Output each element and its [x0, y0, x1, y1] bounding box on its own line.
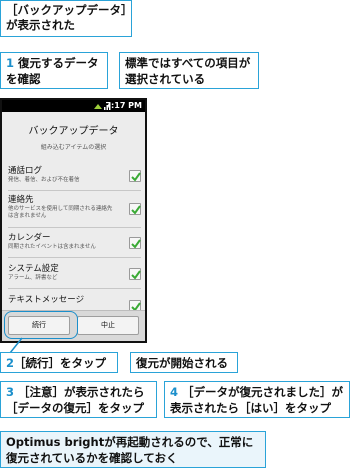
- restore-started-text: 復元が開始される: [136, 356, 228, 370]
- step4-line1: ［データが復元されました］が: [182, 385, 344, 399]
- all-selected-line2: 選択されている: [125, 72, 206, 86]
- callout-backup-data-line1: ［バックアップデータ］: [6, 3, 133, 17]
- callout-backup-data-line2: が表示された: [6, 18, 75, 32]
- item-title: システム設定: [8, 264, 59, 274]
- footer-line1: Optimus brightが再起動されるので、正常に: [6, 435, 254, 449]
- backup-item-contacts[interactable]: 連絡先 他のサービスを使用して同期される連絡先は含まれません: [8, 193, 141, 228]
- callout-restart-check: Optimus brightが再起動されるので、正常に 復元されているかを確認し…: [0, 431, 266, 468]
- footer-line2: 復元されているかを確認しておく: [6, 451, 178, 465]
- step1-text: 復元するデータ: [14, 56, 99, 70]
- item-desc: 同期されたイベントは含まれません: [8, 244, 96, 250]
- item-desc: 他のサービスを使用して同期される連絡先は含まれません: [8, 206, 113, 219]
- callout-backup-data-displayed: ［バックアップデータ］ が表示された: [0, 0, 133, 37]
- step3-line1: ［注意］が表示されたら: [18, 385, 145, 399]
- item-desc: アラーム、辞書など: [8, 275, 58, 281]
- step1-text-line2: を確認: [6, 72, 41, 86]
- callout-step4: 4 ［データが復元されました］が 表示されたら［はい］をタップ: [164, 381, 350, 418]
- callout-restore-started: 復元が開始される: [130, 352, 238, 373]
- callout-step1: 1 復元するデータ を確認: [0, 52, 108, 89]
- step4-number: 4: [170, 385, 179, 399]
- status-bar: 7:17 PM: [2, 100, 145, 112]
- step3-line2: ［データの復元］をタップ: [6, 401, 144, 415]
- status-clock: 7:17 PM: [105, 101, 142, 110]
- dialog-title: バックアップデータ: [28, 126, 119, 137]
- step2-number: 2: [6, 356, 15, 370]
- item-desc: 発信、着信、および不在着信: [8, 177, 80, 183]
- checkmark-icon: [131, 270, 141, 280]
- backup-dialog: バックアップデータ 組み込むアイテムの選択 通話ログ 発信、着信、および不在着信…: [2, 112, 145, 341]
- all-selected-line1: 標準ではすべての項目が: [125, 56, 251, 70]
- checkmark-icon: [131, 172, 141, 182]
- checkbox-calendar[interactable]: [129, 237, 141, 249]
- continue-button-highlight: [4, 311, 78, 339]
- item-title: 通話ログ: [8, 166, 43, 176]
- callout-step2: 2［続行］をタップ: [0, 352, 118, 373]
- callout-all-selected: 標準ではすべての項目が 選択されている: [119, 52, 259, 89]
- item-title: テキストメッセージ: [8, 295, 85, 305]
- dialog-subtitle: 組み込むアイテムの選択: [40, 144, 107, 151]
- backup-item-text-messages[interactable]: テキストメッセージ: [8, 293, 141, 312]
- backup-item-system-settings[interactable]: システム設定 アラーム、辞書など: [8, 262, 141, 289]
- item-title: カレンダー: [8, 233, 51, 243]
- backup-item-call-log[interactable]: 通話ログ 発信、着信、および不在着信: [8, 164, 141, 191]
- checkbox-contacts[interactable]: [129, 203, 141, 215]
- checkbox-call-log[interactable]: [129, 170, 141, 182]
- backup-item-calendar[interactable]: カレンダー 同期されたイベントは含まれません: [8, 231, 141, 258]
- step2-text: ［続行］をタップ: [14, 356, 107, 370]
- checkmark-icon: [131, 205, 141, 215]
- checkbox-system-settings[interactable]: [129, 268, 141, 280]
- callout-step3: 3 ［注意］が表示されたら ［データの復元］をタップ: [0, 381, 157, 418]
- item-title: 連絡先: [8, 195, 34, 205]
- step4-line2: 表示されたら［はい］をタップ: [170, 401, 331, 415]
- checkmark-icon: [131, 239, 141, 249]
- phone-screenshot: 7:17 PM バックアップデータ 組み込むアイテムの選択 通話ログ 発信、着信…: [0, 98, 147, 343]
- step1-number: 1: [6, 56, 15, 70]
- step3-number: 3: [6, 385, 15, 399]
- cancel-button[interactable]: 中止: [77, 316, 139, 335]
